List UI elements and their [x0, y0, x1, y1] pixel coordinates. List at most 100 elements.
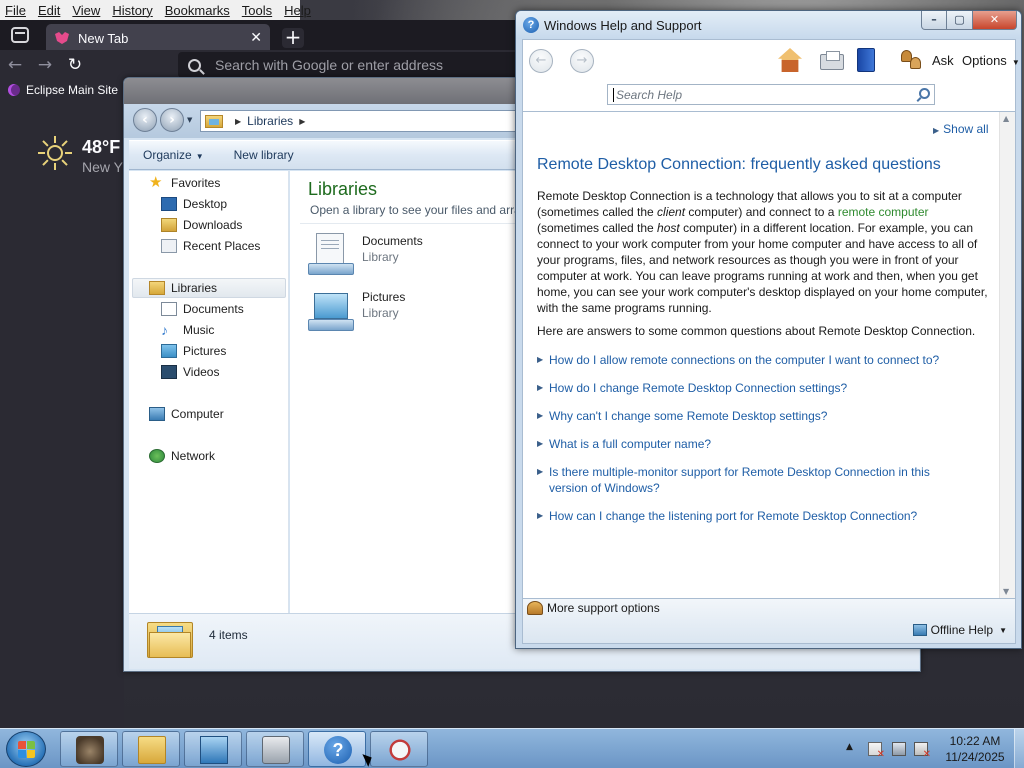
- faq-item[interactable]: ▶ Is there multiple-monitor support for R…: [537, 464, 937, 496]
- help-footer: More support options Offline Help ▼: [522, 599, 1016, 644]
- scroll-up-icon[interactable]: ▲: [1003, 114, 1009, 123]
- forward-icon[interactable]: →: [30, 55, 60, 75]
- chevron-down-icon: ▼: [1011, 58, 1020, 67]
- expand-triangle-icon: ▶: [537, 511, 544, 520]
- nav-music[interactable]: ♪ Music: [161, 320, 214, 340]
- new-library-button[interactable]: New library: [234, 148, 294, 162]
- nav-network[interactable]: Network: [149, 446, 215, 466]
- explorer-forward-button[interactable]: ›: [160, 108, 184, 132]
- documents-icon: [161, 302, 177, 316]
- scrollbar[interactable]: ▲ ▼: [999, 112, 1015, 598]
- help-toolbar: ← → Ask Options ▼: [522, 39, 1020, 79]
- print-icon[interactable]: [820, 51, 844, 70]
- show-hidden-icons-icon[interactable]: ▲: [846, 742, 853, 752]
- show-desktop-button[interactable]: [1014, 729, 1024, 768]
- scroll-down-icon[interactable]: ▼: [1003, 587, 1009, 596]
- taskbar-remote-desktop[interactable]: [184, 731, 242, 767]
- taskbar-explorer[interactable]: [122, 731, 180, 767]
- weather-widget[interactable]: 48°F New Y: [38, 136, 123, 176]
- back-icon[interactable]: ←: [0, 55, 30, 75]
- volume-icon[interactable]: [914, 742, 931, 760]
- options-button[interactable]: Options ▼: [962, 53, 1020, 68]
- new-tab-button[interactable]: +: [282, 27, 304, 48]
- help-back-button[interactable]: ←: [529, 49, 553, 73]
- more-support-button[interactable]: More support options: [527, 601, 660, 615]
- libraries-icon: [149, 281, 165, 295]
- show-all-link[interactable]: ▶ Show all: [933, 122, 989, 136]
- nav-desktop[interactable]: Desktop: [161, 194, 227, 214]
- home-icon[interactable]: [778, 48, 802, 72]
- clock-date: 11/24/2025: [945, 750, 1005, 764]
- nav-libraries[interactable]: Libraries: [132, 278, 286, 298]
- taskbar-help[interactable]: ?: [308, 731, 366, 767]
- explorer-back-button[interactable]: ‹: [133, 108, 157, 132]
- library-type: Library: [362, 306, 399, 320]
- minimize-button[interactable]: –: [921, 11, 947, 30]
- taskbar-app-cat[interactable]: [60, 731, 118, 767]
- nav-documents[interactable]: Documents: [161, 299, 244, 319]
- music-icon: ♪: [161, 322, 168, 338]
- clock[interactable]: 10:22 AM 11/24/2025: [940, 733, 1010, 765]
- tab-close-icon[interactable]: ✕: [250, 30, 262, 46]
- library-documents[interactable]: Documents Library: [308, 233, 508, 279]
- offline-help-button[interactable]: Offline Help ▼: [912, 623, 1007, 637]
- action-center-icon[interactable]: [868, 742, 885, 760]
- ask-icon[interactable]: [899, 48, 923, 72]
- menu-view[interactable]: View: [66, 3, 106, 18]
- menu-edit[interactable]: Edit: [32, 3, 66, 18]
- article-paragraph: Remote Desktop Connection is a technolog…: [537, 189, 988, 315]
- taskbar-snipping-tool[interactable]: [370, 731, 428, 767]
- system-tray: ▲ 10:22 AM 11/24/2025: [840, 729, 1024, 768]
- menu-file[interactable]: File: [0, 3, 32, 18]
- start-button[interactable]: [6, 731, 46, 767]
- menu-tools[interactable]: Tools: [236, 3, 278, 18]
- close-button[interactable]: ✕: [973, 11, 1017, 30]
- expand-triangle-icon: ▶: [933, 126, 940, 135]
- url-bar[interactable]: Search with Google or enter address: [178, 52, 520, 78]
- faq-item[interactable]: ▶ Why can't I change some Remote Desktop …: [537, 408, 987, 424]
- faq-item[interactable]: ▶ How do I change Remote Desktop Connecti…: [537, 380, 987, 396]
- breadcrumb-arrow-icon[interactable]: ▶: [299, 117, 305, 126]
- bookmark-eclipse[interactable]: Eclipse Main Site: [26, 83, 118, 97]
- chevron-down-icon: ▼: [999, 625, 1007, 635]
- taskbar-fax-scan[interactable]: [246, 731, 304, 767]
- faq-item[interactable]: ▶ What is a full computer name?: [537, 436, 987, 452]
- libraries-icon: [205, 114, 223, 128]
- menu-help[interactable]: Help: [278, 3, 317, 18]
- library-pictures[interactable]: Pictures Library: [308, 289, 508, 335]
- expand-triangle-icon: ▶: [537, 355, 544, 364]
- nav-downloads[interactable]: Downloads: [161, 215, 242, 235]
- breadcrumb-arrow-icon[interactable]: ▶: [235, 117, 241, 126]
- network-icon[interactable]: [892, 742, 906, 756]
- menu-bookmarks[interactable]: Bookmarks: [159, 3, 236, 18]
- faq-item[interactable]: ▶ How can I change the listening port for…: [537, 508, 987, 524]
- help-search-row: Search Help: [522, 79, 1016, 111]
- library-type: Library: [362, 250, 399, 264]
- reload-icon[interactable]: ↻: [60, 55, 90, 75]
- url-placeholder: Search with Google or enter address: [215, 57, 444, 73]
- breadcrumb[interactable]: Libraries: [247, 114, 293, 128]
- help-forward-button[interactable]: →: [570, 49, 594, 73]
- nav-recent-places[interactable]: Recent Places: [161, 236, 260, 256]
- eclipse-icon: [8, 84, 20, 96]
- firefox-content: [0, 100, 124, 728]
- fax-icon: [262, 736, 290, 764]
- tab-new-tab[interactable]: New Tab ✕: [46, 24, 270, 52]
- nav-videos[interactable]: Videos: [161, 362, 219, 382]
- navigation-pane: ★ Favorites Desktop Downloads Recent Plac…: [129, 171, 289, 613]
- tab-overview-button[interactable]: [0, 20, 40, 50]
- maximize-button[interactable]: ▢: [947, 11, 973, 30]
- nav-computer[interactable]: Computer: [149, 404, 224, 424]
- nav-favorites[interactable]: ★ Favorites: [149, 173, 220, 193]
- browse-help-icon[interactable]: [857, 48, 875, 72]
- faq-item[interactable]: ▶ How do I allow remote connections on th…: [537, 352, 987, 368]
- remote-computer-link[interactable]: remote computer: [838, 205, 929, 219]
- menu-history[interactable]: History: [106, 3, 158, 18]
- ask-button[interactable]: Ask: [932, 53, 954, 68]
- search-input[interactable]: Search Help: [607, 84, 935, 105]
- organize-button[interactable]: Organize ▼: [143, 148, 204, 162]
- recent-pages-icon[interactable]: ▼: [187, 116, 192, 124]
- window-title: Windows Help and Support: [544, 18, 702, 33]
- nav-pictures[interactable]: Pictures: [161, 341, 226, 361]
- search-icon[interactable]: [919, 88, 930, 99]
